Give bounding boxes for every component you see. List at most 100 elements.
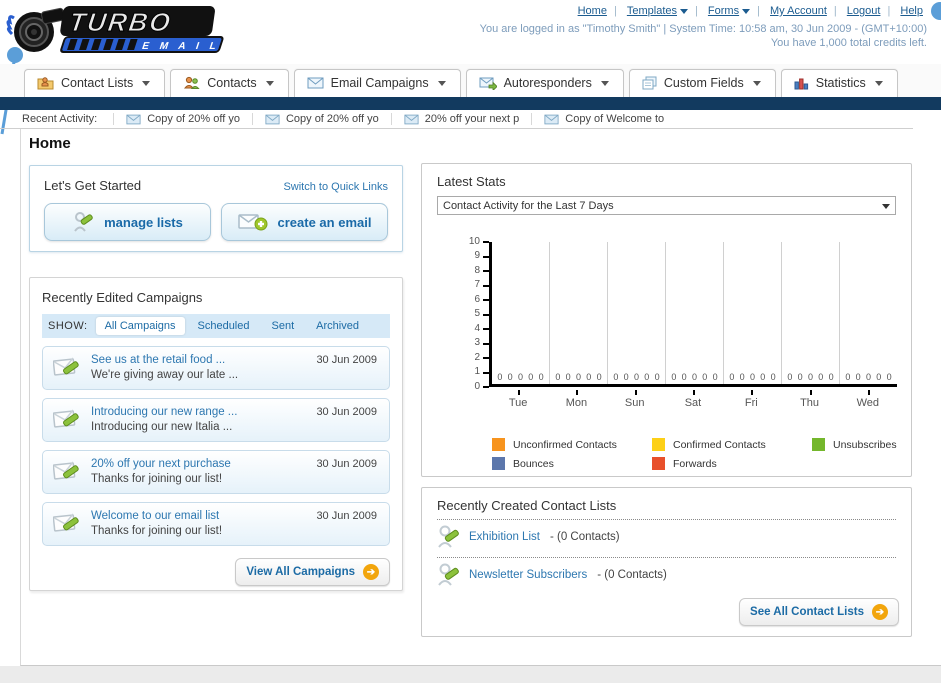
view-all-campaigns-button[interactable]: View All Campaigns [235, 558, 390, 586]
nav-link-my-account[interactable]: My Account [766, 5, 831, 17]
contact-list-count: - (0 Contacts) [597, 569, 667, 581]
filter-all-campaigns[interactable]: All Campaigns [95, 317, 185, 335]
campaign-row[interactable]: See us at the retail food ... We're givi… [42, 346, 390, 390]
tab-contacts[interactable]: Contacts [170, 69, 289, 97]
chevron-down-icon [882, 204, 890, 209]
legend-item: Unconfirmed Contacts [492, 438, 652, 451]
legend-swatch [492, 438, 505, 451]
recent-activity-item[interactable]: Copy of Welcome to [531, 113, 676, 125]
campaign-subtitle: Thanks for joining our list! [91, 473, 223, 485]
credits-line: You have 1,000 total credits left. [770, 37, 927, 49]
nav-link-templates[interactable]: Templates [623, 5, 692, 17]
chevron-down-icon [600, 80, 609, 86]
envelope-icon [404, 114, 419, 124]
campaign-title-link[interactable]: Welcome to our email list [91, 509, 222, 524]
chevron-down-icon [265, 80, 274, 86]
recent-activity-bar: Recent Activity: Copy of 20% off yo Copy… [0, 110, 941, 128]
envelope-pencil-icon [53, 461, 79, 480]
arrow-right-icon [363, 564, 379, 580]
svg-text:TURBO: TURBO [67, 7, 174, 37]
envelope-pencil-icon [53, 357, 79, 376]
main-content: Home Let's Get Started Switch to Quick L… [20, 129, 941, 666]
bar-chart-icon [794, 78, 808, 89]
contact-list-row[interactable]: Newsletter Subscribers - (0 Contacts) [437, 558, 896, 589]
campaign-row[interactable]: Welcome to our email list Thanks for joi… [42, 502, 390, 546]
chevron-down-icon [680, 8, 688, 14]
chart-plot: 00000000000000000000000000000000000 [489, 242, 897, 387]
stats-period-select[interactable]: Contact Activity for the Last 7 Days [437, 196, 896, 215]
campaign-date: 30 Jun 2009 [316, 406, 377, 418]
create-email-button[interactable]: create an email [221, 203, 388, 241]
campaign-title-link[interactable]: 20% off your next purchase [91, 457, 231, 472]
campaign-title-link[interactable]: See us at the retail food ... [91, 353, 238, 368]
legend-swatch [492, 457, 505, 470]
get-started-panel: Let's Get Started Switch to Quick Links … [29, 165, 403, 252]
campaign-subtitle: Introducing our new Italia ... [91, 421, 233, 433]
tab-custom-fields[interactable]: Custom Fields [628, 69, 776, 97]
filter-sent[interactable]: Sent [263, 317, 304, 335]
contacts-people-icon [184, 76, 200, 89]
contact-list-row[interactable]: Exhibition List - (0 Contacts) [437, 520, 896, 551]
legend-item: Unsubscribes [812, 438, 897, 451]
envelope-icon [265, 114, 280, 124]
login-line: You are logged in as "Timothy Smith" | S… [479, 23, 927, 35]
campaigns-title: Recently Edited Campaigns [42, 290, 203, 305]
legend-item: Bounces [492, 457, 652, 470]
recent-campaigns-panel: Recently Edited Campaigns SHOW: All Camp… [29, 277, 403, 591]
manage-lists-button[interactable]: manage lists [44, 203, 211, 241]
campaign-row[interactable]: 20% off your next purchase Thanks for jo… [42, 450, 390, 494]
recent-contact-lists-panel: Recently Created Contact Lists Exhibitio… [421, 487, 912, 637]
envelope-arrow-icon [479, 77, 497, 90]
chevron-down-icon [142, 80, 151, 86]
campaign-row[interactable]: Introducing our new range ... Introducin… [42, 398, 390, 442]
legend-swatch [652, 438, 665, 451]
switch-quick-links-link[interactable]: Switch to Quick Links [283, 181, 388, 193]
contact-list-link[interactable]: Exhibition List [469, 531, 540, 543]
tab-statistics[interactable]: Statistics [780, 69, 898, 97]
tab-contact-lists[interactable]: Contact Lists [24, 69, 166, 97]
envelope-icon [307, 77, 324, 89]
campaign-title-link[interactable]: Introducing our new range ... [91, 405, 237, 420]
campaign-date: 30 Jun 2009 [316, 458, 377, 470]
contact-list-link[interactable]: Newsletter Subscribers [469, 569, 587, 581]
chart-x-axis: Tue Mon Sun Sat Fri Thu Wed [489, 390, 897, 409]
footer-strip [0, 666, 941, 683]
filter-archived[interactable]: Archived [307, 317, 368, 335]
chevron-down-icon [874, 80, 883, 86]
main-nav: Contact Lists Contacts Email Campaigns A… [0, 64, 941, 97]
legend-swatch [812, 438, 825, 451]
get-started-title: Let's Get Started [44, 178, 142, 193]
recent-activity-label: Recent Activity: [22, 113, 98, 125]
header: TURBO E M A I L Home | Templates | Forms | … [0, 0, 941, 64]
nav-link-forms[interactable]: Forms [704, 5, 754, 17]
envelope-plus-icon [237, 214, 268, 231]
envelope-pencil-icon [53, 409, 79, 428]
nav-link-home[interactable]: Home [574, 5, 611, 17]
chart-legend: Unconfirmed Contacts Confirmed Contacts … [492, 438, 897, 470]
person-pencil-icon [438, 563, 459, 586]
nav-link-logout[interactable]: Logout [843, 5, 885, 17]
arrow-right-icon [872, 604, 888, 620]
svg-text:E M A I L: E M A I L [140, 41, 221, 52]
person-pencil-icon [438, 525, 459, 548]
filter-scheduled[interactable]: Scheduled [189, 317, 259, 335]
recent-activity-item[interactable]: Copy of 20% off yo [251, 113, 391, 125]
nav-link-help[interactable]: Help [896, 5, 927, 17]
campaign-date: 30 Jun 2009 [316, 354, 377, 366]
turbo-email-logo[interactable]: TURBO E M A I L [6, 4, 236, 56]
pages-icon [642, 76, 657, 90]
chevron-down-icon [742, 8, 751, 14]
campaign-filter-bar: SHOW: All Campaigns Scheduled Sent Archi… [42, 314, 390, 338]
see-all-contact-lists-button[interactable]: See All Contact Lists [739, 598, 899, 626]
tab-email-campaigns[interactable]: Email Campaigns [293, 69, 461, 97]
contact-folder-icon [37, 77, 54, 90]
recent-activity-item[interactable]: Copy of 20% off yo [113, 113, 252, 125]
contact-lists-title: Recently Created Contact Lists [437, 498, 617, 513]
tab-autoresponders[interactable]: Autoresponders [465, 69, 624, 97]
recent-activity-item[interactable]: 20% off your next p [390, 113, 532, 125]
legend-item: Confirmed Contacts [652, 438, 812, 451]
person-pencil-icon [74, 212, 93, 232]
login-info: You are logged in as "Timothy Smith" | S… [480, 22, 927, 50]
top-nav: Home | Templates | Forms | My Account | Logo… [574, 5, 927, 17]
contact-activity-chart: 10 9 8 7 6 5 4 3 2 1 0 000000000000000000000000000… [437, 236, 897, 424]
